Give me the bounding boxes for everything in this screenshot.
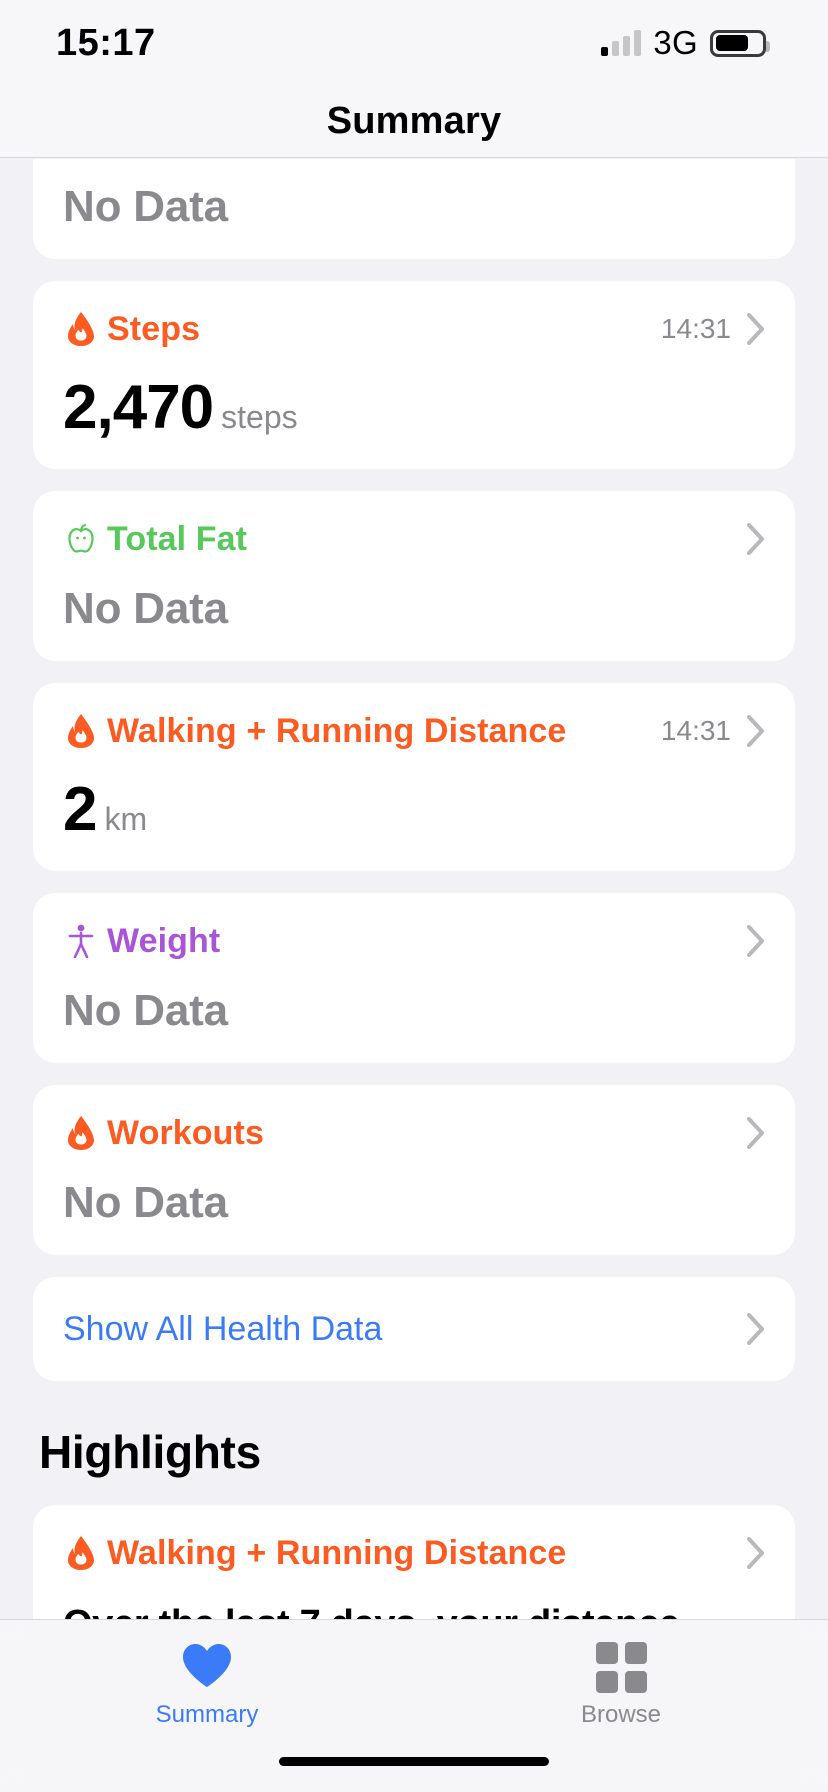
card-header: Workouts: [63, 1085, 765, 1181]
card-header: Steps 14:31: [63, 281, 765, 377]
flame-icon: [63, 1533, 99, 1573]
page-title: Summary: [326, 100, 502, 142]
link-row: Show All Health Data: [63, 1277, 765, 1381]
card-title: Walking + Running Distance: [107, 711, 567, 750]
no-data-value: No Data: [63, 182, 228, 231]
cellular-bars-icon: [601, 30, 642, 56]
health-card-steps[interactable]: Steps 14:31 2,470 steps: [33, 281, 795, 469]
card-value: 2 km: [63, 779, 765, 871]
card-header: Total Fat: [63, 491, 765, 587]
chevron-right-icon[interactable]: [747, 925, 765, 957]
health-card-clipped[interactable]: No Data: [33, 159, 795, 259]
tab-browse-label: Browse: [580, 1701, 662, 1728]
show-all-health-data-label: Show All Health Data: [63, 1309, 383, 1348]
heart-icon: [181, 1642, 233, 1693]
card-title: Walking + Running Distance: [107, 1533, 567, 1572]
status-bar: 15:17 3G: [0, 0, 828, 86]
summary-scroll-view[interactable]: No Data Steps 14:31 2,470 steps Total Fa…: [0, 159, 828, 1619]
highlight-body-text: Over the last 7 days, your distance walk…: [63, 1601, 765, 1619]
value-unit: km: [104, 801, 148, 837]
no-data-value: No Data: [63, 986, 228, 1035]
flame-icon: [63, 1113, 99, 1153]
home-indicator: [279, 1757, 549, 1766]
carrier-label: 3G: [653, 24, 698, 61]
value-number: 2: [63, 775, 97, 844]
health-card-weight[interactable]: Weight No Data: [33, 893, 795, 1063]
card-title: Steps: [107, 309, 201, 348]
card-header: Walking + Running Distance 14:31: [63, 683, 765, 779]
status-time: 15:17: [56, 21, 156, 64]
tab-summary-label: Summary: [155, 1701, 259, 1728]
card-header: Weight: [63, 893, 765, 989]
chevron-right-icon[interactable]: [747, 1117, 765, 1149]
navigation-bar: Summary: [0, 86, 828, 158]
chevron-right-icon[interactable]: [747, 1537, 765, 1569]
health-card-workouts[interactable]: Workouts No Data: [33, 1085, 795, 1255]
card-timestamp: 14:31: [660, 313, 731, 344]
card-title: Weight: [107, 921, 221, 960]
battery-icon: [710, 29, 770, 57]
grid-squares-icon: [595, 1642, 647, 1693]
apple-icon: [63, 519, 99, 559]
chevron-right-icon[interactable]: [747, 313, 765, 345]
show-all-health-data-button[interactable]: Show All Health Data: [33, 1277, 795, 1381]
chevron-right-icon[interactable]: [747, 523, 765, 555]
flame-icon: [63, 309, 99, 349]
value-unit: steps: [221, 399, 298, 435]
tab-summary[interactable]: Summary: [0, 1642, 414, 1729]
value-number: 2,470: [63, 373, 214, 442]
highlights-section-title: Highlights: [39, 1426, 261, 1478]
chevron-right-icon[interactable]: [747, 1313, 765, 1345]
card-value: 2,470 steps: [63, 377, 765, 469]
flame-icon: [63, 711, 99, 751]
tab-bar: Summary Browse: [0, 1619, 828, 1792]
card-timestamp: 14:31: [660, 715, 731, 746]
no-data-value: No Data: [63, 584, 228, 633]
card-title: Workouts: [107, 1113, 264, 1152]
health-card-walking-running-distance[interactable]: Walking + Running Distance 14:31 2 km: [33, 683, 795, 871]
highlight-card-walking-running-distance[interactable]: Walking + Running Distance Over the last…: [33, 1505, 795, 1619]
no-data-value: No Data: [63, 1178, 228, 1227]
tab-browse[interactable]: Browse: [414, 1642, 828, 1729]
chevron-right-icon[interactable]: [747, 715, 765, 747]
health-card-total-fat[interactable]: Total Fat No Data: [33, 491, 795, 661]
status-indicators: 3G: [601, 24, 770, 62]
body-figure-icon: [63, 921, 99, 961]
health-app-screen: 15:17 3G Summary No Data Steps 14:31 2,4…: [0, 0, 828, 1792]
card-title: Total Fat: [107, 519, 248, 558]
card-header: Walking + Running Distance: [63, 1505, 765, 1601]
